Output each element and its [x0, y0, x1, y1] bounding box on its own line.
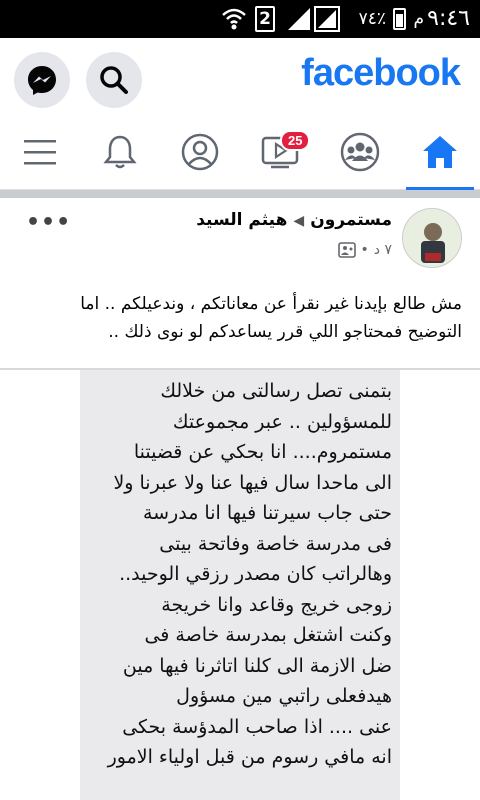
author-name[interactable]: هيثم السيد	[196, 210, 287, 230]
group-audience-icon	[337, 242, 356, 258]
arrow-icon: ◀	[293, 213, 305, 229]
image-text-line: وهالراتب كان مصدر رزقي الوحيد..	[119, 563, 392, 585]
tab-home[interactable]	[400, 114, 480, 190]
post-image[interactable]: بتمنى تصل رسالتى من خلالك للمسؤولين .. ع…	[0, 370, 480, 800]
feed-separator	[0, 190, 480, 198]
bell-icon	[103, 135, 137, 169]
post-text-line: مش طالع بإيدنا غير نقرأ عن معاناتكم ، ون…	[80, 294, 462, 314]
facebook-logo[interactable]: facebook	[301, 52, 461, 95]
tab-watch[interactable]: 25	[240, 114, 320, 190]
image-text-line: عنى .... اذا صاحب المدؤسة بحكى	[122, 715, 392, 738]
groups-icon	[340, 132, 380, 172]
search-button[interactable]	[86, 52, 142, 108]
tab-profile[interactable]	[160, 114, 240, 190]
more-options-button[interactable]: •••	[26, 210, 71, 235]
status-ampm: م	[413, 9, 424, 29]
image-text-line: حتى جاب سيرتنا فيها انا مدرسة	[142, 502, 392, 524]
author-avatar[interactable]	[402, 208, 462, 268]
app-header: facebook	[0, 38, 480, 114]
image-text-line: ضل الازمة الى كلنا اتاثرنا فيها مين	[122, 654, 392, 677]
image-text-line: هيدفعلى راتبي مين مسؤول	[176, 685, 392, 707]
post-author-line: مستمرون ◀ هيثم السيد	[196, 210, 392, 230]
tab-notifications[interactable]	[80, 114, 160, 190]
post-meta: ٧ د •	[337, 242, 392, 258]
home-icon	[423, 136, 457, 168]
group-name[interactable]: مستمرون	[310, 210, 392, 230]
profile-icon	[181, 133, 219, 171]
image-text-line: بتمنى تصل رسالتى من خلالك	[160, 380, 392, 402]
more-icon: •••	[26, 210, 72, 235]
signal-icon-2	[314, 6, 340, 32]
post-text-line: التوضيح فمحتاجو اللي قرر يساعدكم لو نوى …	[108, 322, 462, 342]
image-text-line: انه مافي رسوم من قبل اولياء الامور	[107, 746, 392, 768]
battery-icon	[393, 8, 406, 30]
battery-percent: ٧٤٪	[358, 9, 386, 29]
sim-slot-indicator: 2	[255, 6, 275, 32]
wifi-icon	[221, 5, 247, 33]
message-screenshot: بتمنى تصل رسالتى من خلالك للمسؤولين .. ع…	[80, 370, 400, 800]
dot-separator: •	[360, 242, 369, 258]
watch-badge: 25	[280, 130, 311, 151]
signal-icon	[286, 6, 312, 32]
tab-groups[interactable]	[320, 114, 400, 190]
messenger-button[interactable]	[14, 52, 70, 108]
main-tabs: 25	[0, 114, 480, 190]
messenger-icon	[28, 66, 56, 95]
status-bar: 2 ٧٤٪ م ٩:٤٦	[0, 0, 480, 38]
post-text: مش طالع بإيدنا غير نقرأ عن معاناتكم ، ون…	[0, 278, 480, 368]
image-text-line: مستمروم.... انا بحكي عن قضيتنا	[133, 441, 392, 463]
status-time: ٩:٤٦	[427, 6, 470, 31]
image-text-line: للمسؤولين .. عبر مجموعتك	[172, 410, 392, 433]
image-text-line: فى مدرسة خاصة وفاتحة بيتى	[159, 532, 392, 555]
tab-menu[interactable]	[0, 114, 80, 190]
menu-icon	[24, 140, 56, 165]
search-icon	[100, 66, 128, 94]
post-time[interactable]: ٧ د	[374, 242, 392, 258]
image-text-line: الى ماحدا سال فيها عنا ولا عبرنا ولا	[113, 471, 392, 494]
image-text-line: زوجى خريج وقاعد وانا خريجة	[161, 593, 392, 616]
image-text-line: وكنت اشتغل بمدرسة خاصة فى	[144, 624, 392, 646]
post-header: مستمرون ◀ هيثم السيد ٧ د • •••	[0, 198, 480, 278]
